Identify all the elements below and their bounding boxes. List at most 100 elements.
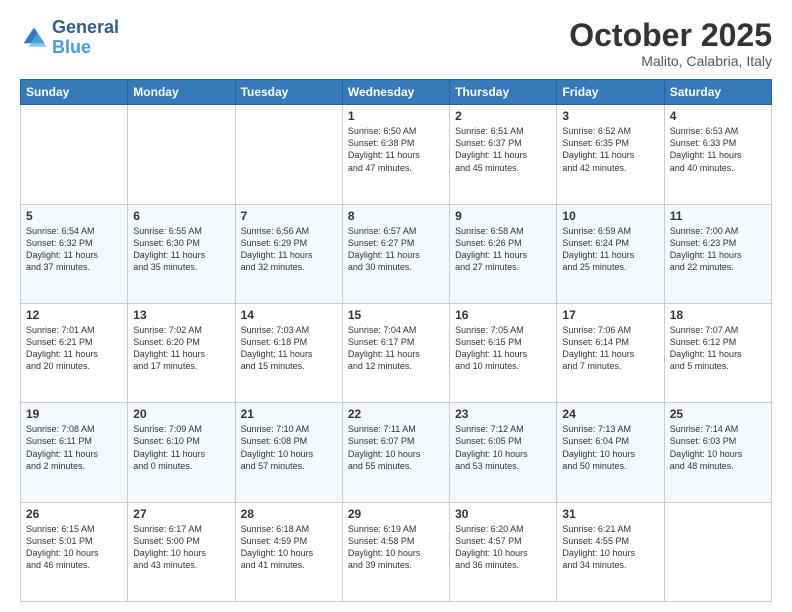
calendar-week-row: 19Sunrise: 7:08 AM Sunset: 6:11 PM Dayli…	[21, 403, 772, 502]
weekday-header: Saturday	[664, 80, 771, 105]
day-info: Sunrise: 6:20 AM Sunset: 4:57 PM Dayligh…	[455, 523, 551, 572]
calendar-cell: 14Sunrise: 7:03 AM Sunset: 6:18 PM Dayli…	[235, 303, 342, 402]
day-info: Sunrise: 6:17 AM Sunset: 5:00 PM Dayligh…	[133, 523, 229, 572]
day-number: 22	[348, 407, 444, 421]
day-info: Sunrise: 7:06 AM Sunset: 6:14 PM Dayligh…	[562, 324, 658, 373]
day-number: 10	[562, 209, 658, 223]
day-number: 23	[455, 407, 551, 421]
day-number: 15	[348, 308, 444, 322]
calendar-cell: 28Sunrise: 6:18 AM Sunset: 4:59 PM Dayli…	[235, 502, 342, 601]
calendar-cell: 24 Sunrise: 7:13 AM Sunset: 6:04 PM Dayli…	[557, 403, 664, 502]
day-number: 30	[455, 507, 551, 521]
day-number: 26	[26, 507, 122, 521]
day-number: 20	[133, 407, 229, 421]
day-number: 24	[562, 407, 658, 421]
weekday-header: Monday	[128, 80, 235, 105]
calendar-cell	[128, 105, 235, 204]
day-info: Sunrise: 7:02 AM Sunset: 6:20 PM Dayligh…	[133, 324, 229, 373]
calendar-cell: 17Sunrise: 7:06 AM Sunset: 6:14 PM Dayli…	[557, 303, 664, 402]
calendar-cell: 22Sunrise: 7:11 AM Sunset: 6:07 PM Dayli…	[342, 403, 449, 502]
day-info: Sunrise: 6:52 AM Sunset: 6:35 PM Dayligh…	[562, 125, 658, 174]
logo-text: GeneralBlue	[52, 18, 119, 58]
day-info: Sunrise: 6:50 AM Sunset: 6:38 PM Dayligh…	[348, 125, 444, 174]
logo-icon	[20, 24, 48, 52]
day-info: Sunrise: 6:15 AM Sunset: 5:01 PM Dayligh…	[26, 523, 122, 572]
calendar-cell: 21Sunrise: 7:10 AM Sunset: 6:08 PM Dayli…	[235, 403, 342, 502]
calendar-cell: 16Sunrise: 7:05 AM Sunset: 6:15 PM Dayli…	[450, 303, 557, 402]
location: Malito, Calabria, Italy	[569, 53, 772, 69]
calendar-cell	[235, 105, 342, 204]
calendar-cell: 18 Sunrise: 7:07 AM Sunset: 6:12 PM Dayli…	[664, 303, 771, 402]
day-info: Sunrise: 6:53 AM Sunset: 6:33 PM Dayligh…	[670, 125, 766, 174]
calendar-cell: 11Sunrise: 7:00 AM Sunset: 6:23 PM Dayli…	[664, 204, 771, 303]
day-info: Sunrise: 7:13 AM Sunset: 6:04 PM Dayligh…	[562, 423, 658, 472]
day-info: Sunrise: 7:14 AM Sunset: 6:03 PM Dayligh…	[670, 423, 766, 472]
day-info: Sunrise: 6:55 AM Sunset: 6:30 PM Dayligh…	[133, 225, 229, 274]
calendar-cell: 29 Sunrise: 6:19 AM Sunset: 4:58 PM Dayli…	[342, 502, 449, 601]
weekday-header: Tuesday	[235, 80, 342, 105]
calendar-week-row: 5 Sunrise: 6:54 AM Sunset: 6:32 PM Daylig…	[21, 204, 772, 303]
calendar-cell: 2Sunrise: 6:51 AM Sunset: 6:37 PM Daylig…	[450, 105, 557, 204]
calendar-cell: 6 Sunrise: 6:55 AM Sunset: 6:30 PM Daylig…	[128, 204, 235, 303]
day-info: Sunrise: 6:21 AM Sunset: 4:55 PM Dayligh…	[562, 523, 658, 572]
day-info: Sunrise: 7:04 AM Sunset: 6:17 PM Dayligh…	[348, 324, 444, 373]
day-number: 16	[455, 308, 551, 322]
day-number: 14	[241, 308, 337, 322]
month-title: October 2025	[569, 18, 772, 53]
day-info: Sunrise: 6:58 AM Sunset: 6:26 PM Dayligh…	[455, 225, 551, 274]
weekday-header: Thursday	[450, 80, 557, 105]
day-number: 25	[670, 407, 766, 421]
weekday-header: Sunday	[21, 80, 128, 105]
day-number: 5	[26, 209, 122, 223]
day-info: Sunrise: 7:08 AM Sunset: 6:11 PM Dayligh…	[26, 423, 122, 472]
calendar-cell: 30 Sunrise: 6:20 AM Sunset: 4:57 PM Dayli…	[450, 502, 557, 601]
calendar-cell: 20Sunrise: 7:09 AM Sunset: 6:10 PM Dayli…	[128, 403, 235, 502]
calendar-cell: 15 Sunrise: 7:04 AM Sunset: 6:17 PM Dayli…	[342, 303, 449, 402]
day-info: Sunrise: 6:18 AM Sunset: 4:59 PM Dayligh…	[241, 523, 337, 572]
day-info: Sunrise: 6:57 AM Sunset: 6:27 PM Dayligh…	[348, 225, 444, 274]
day-number: 4	[670, 109, 766, 123]
day-number: 18	[670, 308, 766, 322]
day-info: Sunrise: 6:51 AM Sunset: 6:37 PM Dayligh…	[455, 125, 551, 174]
day-info: Sunrise: 6:56 AM Sunset: 6:29 PM Dayligh…	[241, 225, 337, 274]
calendar-week-row: 26 Sunrise: 6:15 AM Sunset: 5:01 PM Dayli…	[21, 502, 772, 601]
day-info: Sunrise: 6:59 AM Sunset: 6:24 PM Dayligh…	[562, 225, 658, 274]
calendar-cell	[664, 502, 771, 601]
day-number: 27	[133, 507, 229, 521]
day-info: Sunrise: 7:07 AM Sunset: 6:12 PM Dayligh…	[670, 324, 766, 373]
day-info: Sunrise: 7:00 AM Sunset: 6:23 PM Dayligh…	[670, 225, 766, 274]
calendar-cell: 23 Sunrise: 7:12 AM Sunset: 6:05 PM Dayli…	[450, 403, 557, 502]
day-number: 12	[26, 308, 122, 322]
calendar-week-row: 12 Sunrise: 7:01 AM Sunset: 6:21 PM Dayli…	[21, 303, 772, 402]
day-number: 6	[133, 209, 229, 223]
header: GeneralBlue October 2025 Malito, Calabri…	[20, 18, 772, 69]
day-number: 29	[348, 507, 444, 521]
calendar-cell: 31 Sunrise: 6:21 AM Sunset: 4:55 PM Dayli…	[557, 502, 664, 601]
day-info: Sunrise: 6:19 AM Sunset: 4:58 PM Dayligh…	[348, 523, 444, 572]
day-info: Sunrise: 7:12 AM Sunset: 6:05 PM Dayligh…	[455, 423, 551, 472]
calendar-cell: 10 Sunrise: 6:59 AM Sunset: 6:24 PM Dayli…	[557, 204, 664, 303]
calendar-cell: 12 Sunrise: 7:01 AM Sunset: 6:21 PM Dayli…	[21, 303, 128, 402]
calendar-week-row: 1 Sunrise: 6:50 AM Sunset: 6:38 PM Daylig…	[21, 105, 772, 204]
calendar-cell: 8 Sunrise: 6:57 AM Sunset: 6:27 PM Daylig…	[342, 204, 449, 303]
calendar-cell: 26 Sunrise: 6:15 AM Sunset: 5:01 PM Dayli…	[21, 502, 128, 601]
calendar-cell: 4 Sunrise: 6:53 AM Sunset: 6:33 PM Daylig…	[664, 105, 771, 204]
calendar-cell: 5 Sunrise: 6:54 AM Sunset: 6:32 PM Daylig…	[21, 204, 128, 303]
calendar-cell: 7 Sunrise: 6:56 AM Sunset: 6:29 PM Daylig…	[235, 204, 342, 303]
day-number: 9	[455, 209, 551, 223]
calendar-cell	[21, 105, 128, 204]
day-number: 7	[241, 209, 337, 223]
day-number: 13	[133, 308, 229, 322]
calendar-cell: 3 Sunrise: 6:52 AM Sunset: 6:35 PM Daylig…	[557, 105, 664, 204]
day-number: 1	[348, 109, 444, 123]
day-number: 31	[562, 507, 658, 521]
calendar-cell: 27 Sunrise: 6:17 AM Sunset: 5:00 PM Dayli…	[128, 502, 235, 601]
calendar-cell: 13 Sunrise: 7:02 AM Sunset: 6:20 PM Dayli…	[128, 303, 235, 402]
day-number: 8	[348, 209, 444, 223]
day-info: Sunrise: 6:54 AM Sunset: 6:32 PM Dayligh…	[26, 225, 122, 274]
day-number: 3	[562, 109, 658, 123]
day-info: Sunrise: 7:01 AM Sunset: 6:21 PM Dayligh…	[26, 324, 122, 373]
title-block: October 2025 Malito, Calabria, Italy	[569, 18, 772, 69]
logo: GeneralBlue	[20, 18, 119, 58]
calendar: SundayMondayTuesdayWednesdayThursdayFrid…	[20, 79, 772, 602]
